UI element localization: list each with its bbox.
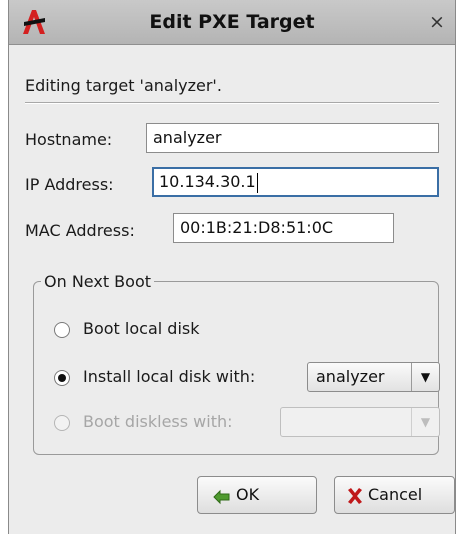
radio-boot-local-disk[interactable] — [54, 322, 70, 338]
hostname-input[interactable]: analyzer — [146, 123, 439, 153]
chevron-down-icon: ▼ — [411, 363, 439, 391]
close-icon[interactable]: × — [425, 10, 449, 34]
check-arrow-icon — [213, 489, 230, 505]
mac-address-value: 00:1B:21:D8:51:0C — [180, 218, 334, 237]
ip-address-label: IP Address: — [25, 175, 114, 194]
text-caret — [256, 172, 258, 193]
ip-address-input[interactable]: 10.134.30.1 — [152, 167, 439, 197]
ip-address-value: 10.134.30.1 — [159, 172, 256, 191]
mac-address-label: MAC Address: — [25, 221, 135, 240]
group-title: On Next Boot — [41, 272, 155, 291]
cancel-label: Cancel — [368, 485, 423, 504]
install-local-disk-label[interactable]: Install local disk with: — [83, 367, 255, 386]
mac-address-input[interactable]: 00:1B:21:D8:51:0C — [173, 213, 394, 243]
edit-pxe-target-dialog: Edit PXE Target × Editing target 'analyz… — [8, 0, 456, 534]
title-bar[interactable]: Edit PXE Target × — [9, 0, 455, 45]
radio-boot-diskless[interactable] — [54, 415, 70, 431]
hostname-value: analyzer — [153, 128, 222, 147]
info-text: Editing target 'analyzer'. — [25, 76, 222, 95]
radio-install-local-disk[interactable] — [54, 370, 70, 386]
hostname-label: Hostname: — [25, 130, 113, 149]
cancel-button[interactable]: Cancel — [334, 476, 455, 514]
install-image-select[interactable]: analyzer ▼ — [307, 362, 440, 392]
chevron-down-icon: ▼ — [411, 408, 439, 436]
ok-label: OK — [236, 485, 260, 504]
diskless-image-select[interactable]: ▼ — [280, 407, 440, 437]
install-image-value: analyzer — [316, 367, 385, 386]
separator — [25, 102, 439, 104]
boot-local-disk-label[interactable]: Boot local disk — [83, 319, 199, 338]
boot-diskless-label[interactable]: Boot diskless with: — [83, 412, 233, 431]
dialog-title: Edit PXE Target — [149, 11, 315, 33]
red-x-icon — [348, 488, 362, 504]
ok-button[interactable]: OK — [197, 476, 317, 514]
